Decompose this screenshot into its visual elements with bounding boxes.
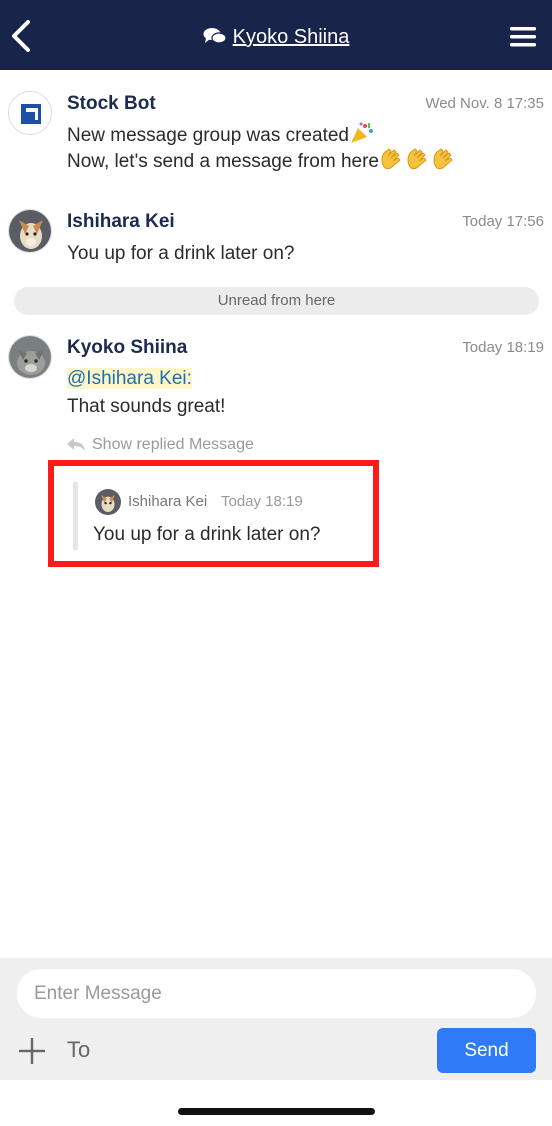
show-replied-label: Show replied Message <box>92 436 254 453</box>
waving-hand-icon <box>405 146 431 176</box>
to-recipient-button[interactable]: To <box>67 1037 90 1063</box>
replied-message-quote[interactable]: Ishihara Kei Today 18:19 You up for a dr… <box>73 482 363 550</box>
chat-bubbles-icon <box>203 27 227 51</box>
reply-arrow-icon <box>66 436 86 457</box>
sender-name[interactable]: Kyoko Shiina <box>67 337 187 359</box>
hamburger-menu-icon <box>510 27 536 47</box>
conversation-title[interactable]: Kyoko Shiina <box>0 26 552 51</box>
mention-tag[interactable]: @Ishihara Kei: <box>67 368 192 389</box>
attach-button[interactable] <box>18 1037 46 1065</box>
message-composer: To Send <box>0 958 552 1080</box>
waving-hand-icon <box>431 146 457 176</box>
send-button[interactable]: Send <box>437 1028 536 1073</box>
top-bar: Kyoko Shiina <box>0 0 552 70</box>
message-line: Now, let's send a message from here <box>67 151 379 172</box>
avatar[interactable] <box>8 335 52 379</box>
message-time: Wed Nov. 8 17:35 <box>425 95 544 112</box>
sender-name[interactable]: Stock Bot <box>67 93 156 115</box>
quote-text: You up for a drink later on? <box>93 524 321 545</box>
show-replied-message-link[interactable]: Show replied Message <box>66 436 254 457</box>
quote-time: Today 18:19 <box>221 493 303 510</box>
menu-button[interactable] <box>510 26 536 48</box>
message-text: You up for a drink later on? <box>67 243 295 264</box>
home-indicator <box>178 1108 375 1115</box>
avatar <box>95 489 121 515</box>
message-time: Today 17:56 <box>462 213 544 230</box>
message-time: Today 18:19 <box>462 339 544 356</box>
conversation-title-text: Kyoko Shiina <box>232 26 350 48</box>
message-text: That sounds great! <box>67 396 226 417</box>
avatar[interactable] <box>8 91 52 135</box>
message-line: New message group was created <box>67 125 349 146</box>
message-input[interactable] <box>17 969 536 1018</box>
unread-divider: Unread from here <box>14 287 539 315</box>
message-text: @Ishihara Kei: <box>67 368 192 390</box>
message-text: Now, let's send a message from here <box>67 146 457 176</box>
sender-name[interactable]: Ishihara Kei <box>67 211 175 233</box>
plus-icon <box>19 1038 45 1064</box>
quote-sender: Ishihara Kei <box>128 493 208 510</box>
waving-hand-icon <box>379 146 405 176</box>
chat-screen: Kyoko Shiina Stock Bot Wed Nov. 8 17:35 … <box>0 0 552 1126</box>
avatar[interactable] <box>8 209 52 253</box>
